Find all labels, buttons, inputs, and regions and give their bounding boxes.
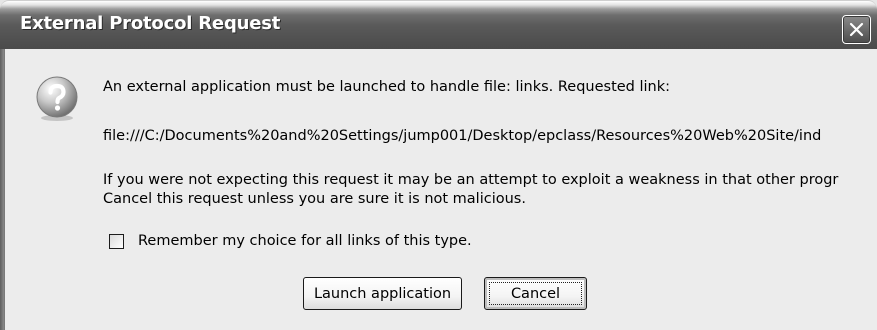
cancel-button-label: Cancel [510, 285, 561, 302]
cancel-button[interactable]: Cancel [484, 277, 587, 310]
dialog-window: External Protocol Request An external ap… [0, 0, 877, 330]
remember-choice-row[interactable]: Remember my choice for all links of this… [109, 231, 472, 251]
message-text: An external application must be launched… [103, 79, 671, 95]
close-button[interactable] [842, 15, 871, 44]
remember-choice-checkbox[interactable] [109, 233, 124, 249]
warning-text-line-2: Cancel this request unless you are sure … [103, 191, 526, 207]
close-icon [849, 22, 864, 37]
requested-link-text: file:///C:/Documents%20and%20Settings/ju… [103, 128, 822, 144]
warning-text-line-1: If you were not expecting this request i… [103, 172, 839, 188]
launch-application-button[interactable]: Launch application [303, 277, 462, 310]
window-title: External Protocol Request [20, 13, 281, 34]
title-bar[interactable]: External Protocol Request [0, 0, 877, 49]
question-icon [36, 76, 78, 121]
remember-choice-label[interactable]: Remember my choice for all links of this… [138, 233, 472, 249]
